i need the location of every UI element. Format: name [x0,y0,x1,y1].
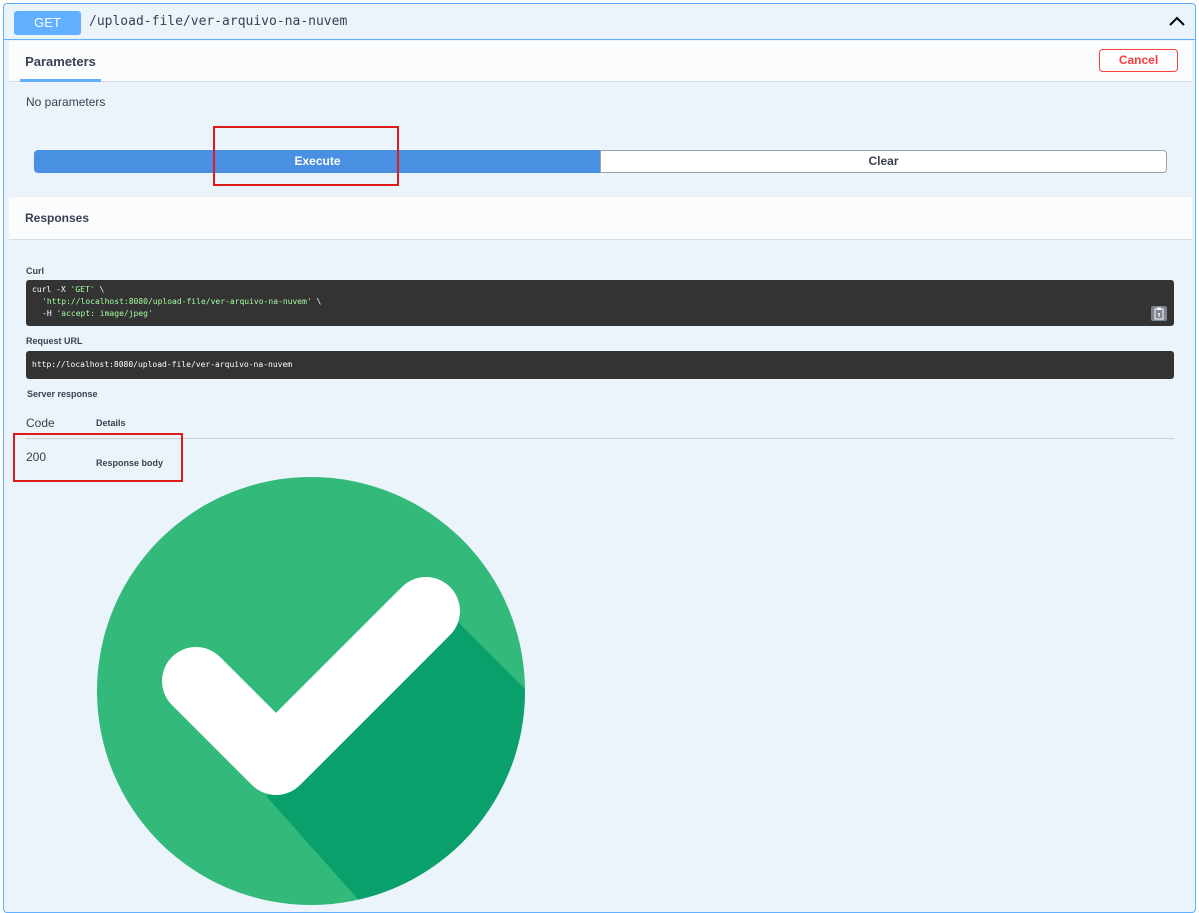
execute-highlight-box [213,126,399,186]
table-divider [26,438,1174,439]
curl-line-3: -H 'accept: image/jpeg' [42,309,153,318]
request-url-block: http://localhost:8080/upload-file/ver-ar… [26,351,1174,379]
curl-code-block: curl -X 'GET' \ 'http://localhost:8080/u… [26,280,1174,326]
parameters-header: Parameters Cancel [9,41,1192,82]
responses-header: Responses [9,197,1192,240]
http-method-badge: GET [14,11,81,35]
clipboard-icon[interactable] [1151,306,1167,321]
checkmark-circle-icon [96,476,526,906]
execute-button-group: Execute Clear [34,150,1167,173]
responses-title: Responses [25,211,90,225]
server-response-label: Server response [27,389,98,399]
curl-line-2: 'http://localhost:8080/upload-file/ver-a… [42,297,322,306]
status-highlight-box [13,433,183,482]
code-column-header: Code [26,416,55,430]
no-parameters-text: No parameters [26,95,106,109]
cancel-button[interactable]: Cancel [1099,49,1178,72]
tab-parameters[interactable]: Parameters [20,41,101,82]
chevron-up-icon[interactable] [1167,12,1187,32]
clear-button[interactable]: Clear [600,150,1167,173]
request-url-value: http://localhost:8080/upload-file/ver-ar… [32,360,293,369]
curl-line-1: curl -X 'GET' \ [32,285,105,294]
curl-label: Curl [26,266,44,276]
operation-summary[interactable]: GET /upload-file/ver-arquivo-na-nuvem [4,4,1195,40]
endpoint-path: /upload-file/ver-arquivo-na-nuvem [89,14,348,29]
request-url-label: Request URL [26,336,83,346]
details-column-header: Details [96,418,126,428]
